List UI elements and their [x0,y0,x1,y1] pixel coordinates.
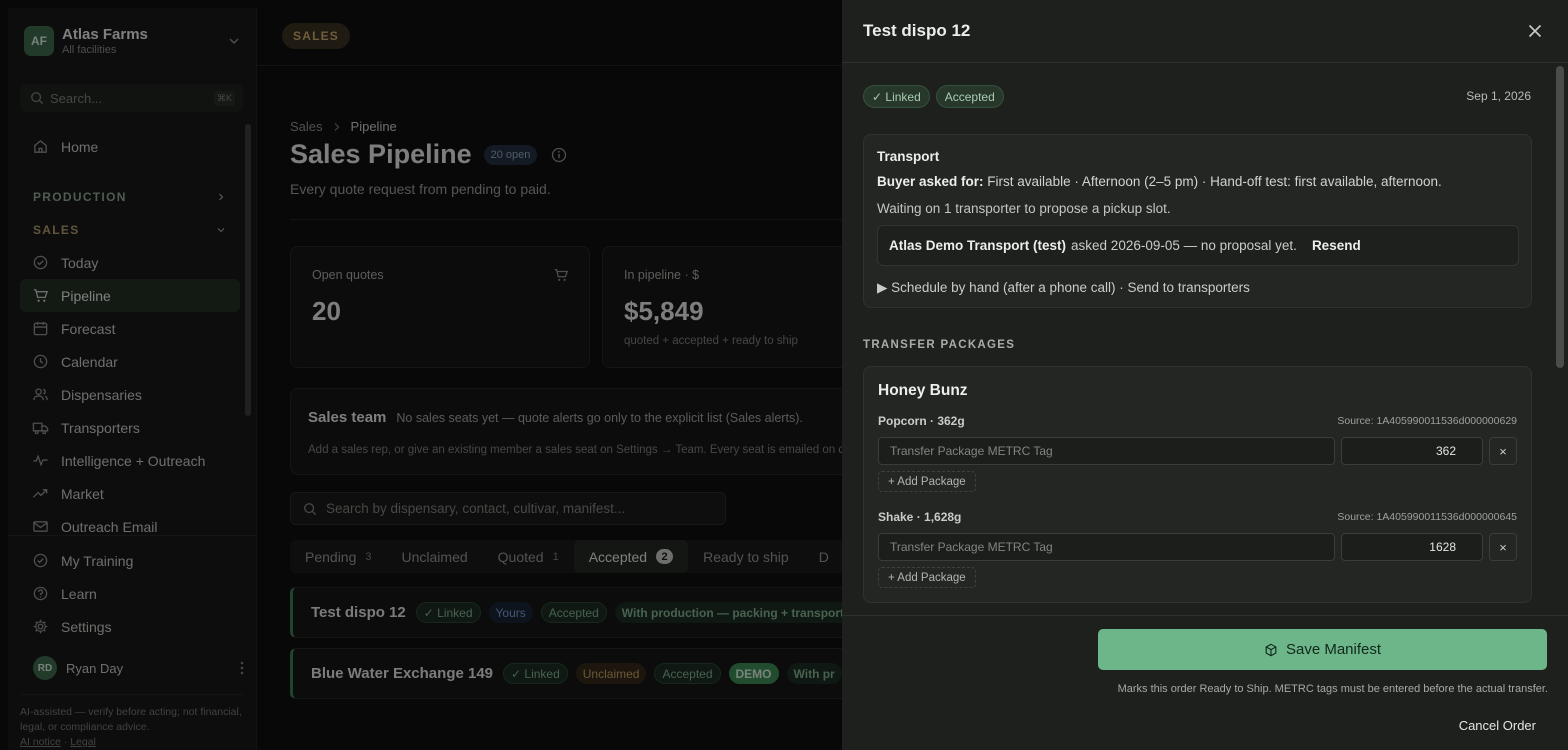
drawer-header: Test dispo 12 [842,0,1568,63]
add-package-button[interactable]: + Add Package [878,567,976,588]
transporter-name: Atlas Demo Transport (test) [889,238,1067,253]
package-source: Source: 1A405990011536d000000629 [1337,415,1517,427]
close-icon[interactable] [1526,22,1544,40]
schedule-disclosure[interactable]: ▶ Schedule by hand (after a phone call) … [877,280,1250,296]
package-line: Shake · 1,628g Source: 1A405990011536d00… [878,510,1517,524]
package-source: Source: 1A405990011536d000000645 [1337,511,1517,523]
drawer-footer: Save Manifest Marks this order Ready to … [842,615,1568,750]
drawer-title: Test dispo 12 [863,21,971,40]
drawer-body: ✓ Linked Accepted Sep 1, 2026 Transport … [842,63,1556,615]
save-note: Marks this order Ready to Ship. METRC ta… [1117,683,1548,695]
package-label: Shake · 1,628g [878,510,962,524]
metrc-tag-input[interactable]: Transfer Package METRC Tag [878,533,1335,561]
transport-heading: Transport [877,149,940,164]
modal-scrim[interactable] [0,0,842,750]
section-title: TRANSFER PACKAGES [863,339,1016,351]
transport-panel: Transport Buyer asked for: First availab… [863,134,1532,308]
transporter-request-row: Atlas Demo Transport (test) asked 2026-0… [877,225,1519,266]
quantity-input[interactable]: 362 [1341,437,1483,465]
cancel-order-button[interactable]: Cancel Order [1459,718,1536,733]
buyer-label: Buyer asked for: [877,174,984,189]
status-badge: Accepted [935,85,1004,108]
resend-button[interactable]: Resend [1312,238,1361,253]
product-name: Honey Bunz [878,382,968,399]
quantity-input[interactable]: 1628 [1341,533,1483,561]
package-icon [1265,643,1277,656]
package-line: Popcorn · 362g Source: 1A405990011536d00… [878,414,1517,428]
buyer-text: First available · Afternoon (2–5 pm) · H… [983,174,1442,189]
package-label: Popcorn · 362g [878,414,965,428]
save-manifest-button[interactable]: Save Manifest [1098,629,1547,670]
drawer-scrollbar[interactable] [1556,66,1564,368]
order-drawer: Test dispo 12 ✓ Linked Accepted Sep 1, 2… [842,0,1568,750]
metrc-tag-input[interactable]: Transfer Package METRC Tag [878,437,1335,465]
transporter-request-status: asked 2026-09-05 — no proposal yet. [1071,238,1297,253]
linked-badge: ✓ Linked [863,85,930,108]
save-manifest-label: Save Manifest [1285,641,1382,658]
buyer-request: Buyer asked for: First available · After… [877,174,1442,189]
transfer-packages-panel: Honey Bunz Popcorn · 362g Source: 1A4059… [863,366,1532,603]
transport-status: Waiting on 1 transporter to propose a pi… [877,201,1171,216]
remove-package-button[interactable]: × [1489,437,1517,465]
remove-package-button[interactable]: × [1489,533,1517,561]
order-date: Sep 1, 2026 [1466,89,1531,103]
add-package-button[interactable]: + Add Package [878,471,976,492]
